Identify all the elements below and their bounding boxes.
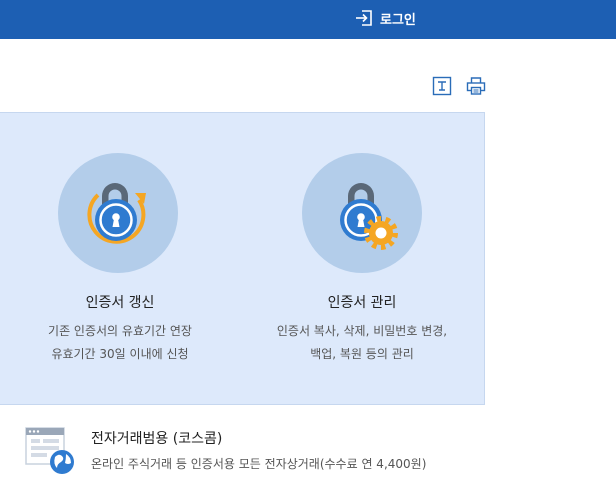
certificate-renew-desc: 기존 인증서의 유효기간 연장 유효기간 30일 이내에 신청 [48, 324, 192, 361]
certificate-options-panel: 인증서 갱신 기존 인증서의 유효기간 연장 유효기간 30일 이내에 신청 인… [0, 112, 485, 405]
login-label: 로그인 [380, 12, 416, 28]
service-item-koscom[interactable]: 전자거래범용 (코스콤) 온라인 주식거래 등 인증서용 모든 전자상거래(수수… [24, 424, 584, 480]
login-button[interactable]: 로그인 [355, 6, 416, 30]
certificate-manage-title: 인증서 관리 [327, 295, 397, 311]
login-icon [356, 10, 372, 26]
top-header-bar: 로그인 [0, 0, 616, 39]
service-title: 전자거래범용 (코스콤) [91, 431, 223, 447]
lock-renew-icon [58, 153, 178, 273]
text-size-icon[interactable] [432, 76, 452, 96]
certificate-renew-title: 인증서 갱신 [85, 295, 155, 311]
service-desc: 온라인 주식거래 등 인증서용 모든 전자상거래(수수료 연 4,400원) [91, 457, 427, 471]
certificate-manage-desc: 인증서 복사, 삭제, 비밀번호 변경, 백업, 복원 등의 관리 [276, 324, 448, 361]
browser-globe-icon [24, 424, 78, 478]
print-icon[interactable] [466, 76, 486, 96]
lock-gear-icon [302, 153, 422, 273]
